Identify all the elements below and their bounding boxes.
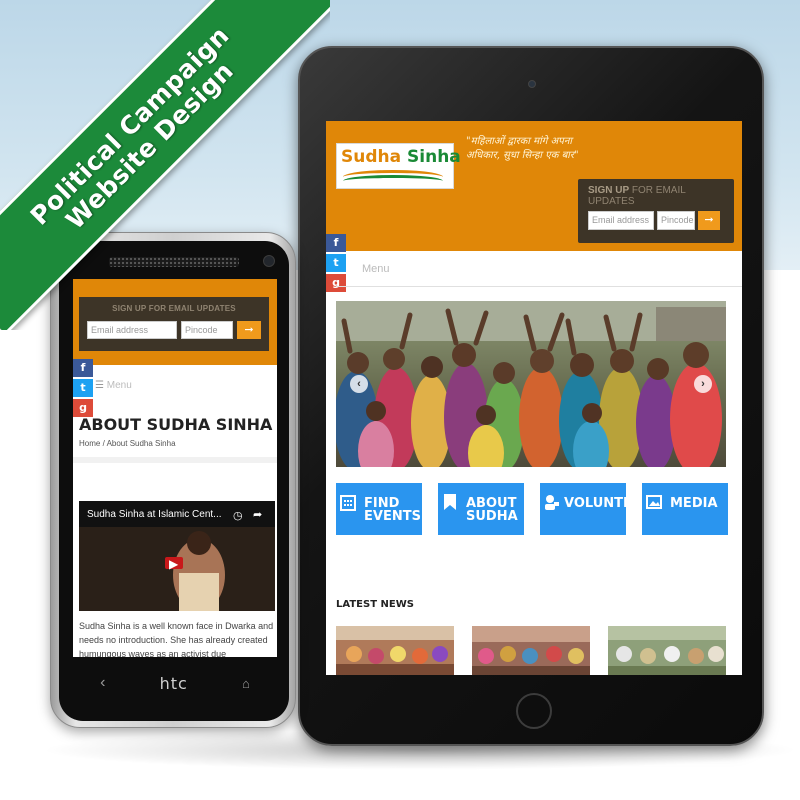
image-icon <box>646 495 662 509</box>
tablet-home-button[interactable] <box>516 693 552 729</box>
tablet-camera <box>528 80 536 88</box>
logo-text: Sudha Sinha <box>341 147 461 167</box>
menu-label: Menu <box>362 263 390 275</box>
tablet-device: Sudha Sinha "महिलाओं द्वारका मांगे अपना … <box>298 46 764 746</box>
chevron-right-icon: › <box>701 378 705 390</box>
signup-submit-button[interactable]: ➞ <box>698 211 720 230</box>
bookmark-icon <box>444 494 456 510</box>
tile-label: MEDIA <box>670 496 718 511</box>
site-logo[interactable]: Sudha Sinha <box>336 143 461 189</box>
ribbon-band: Political Campaign Website Design <box>0 0 330 330</box>
signup-box: SIGN UP FOR EMAIL UPDATES Email address … <box>578 179 734 243</box>
breadcrumb[interactable]: Home / About Sudha Sinha <box>79 439 176 448</box>
tile-about-sudha[interactable]: ABOUT SUDHA <box>438 483 524 535</box>
back-icon[interactable]: ‹ <box>100 674 105 692</box>
about-body-text: Sudha Sinha is a well known face in Dwar… <box>79 621 274 657</box>
latest-news-heading: LATEST NEWS <box>336 599 414 610</box>
volunteer-icon <box>545 495 559 510</box>
news-photo <box>608 626 726 675</box>
tile-volunteer[interactable]: VOLUNTEER <box>540 483 626 535</box>
section-divider <box>73 457 277 463</box>
clock-icon[interactable]: ◷ <box>233 509 243 522</box>
logo-swoosh-green <box>343 175 443 187</box>
site-header: Sudha Sinha "महिलाओं द्वारका मांगे अपना … <box>326 121 742 251</box>
video-title: Sudha Sinha at Islamic Cent... <box>87 509 222 520</box>
tile-label: VOLUNTEER <box>564 496 626 511</box>
news-thumbnail[interactable] <box>608 626 726 675</box>
pincode-field[interactable]: Pincode <box>657 211 695 230</box>
hamburger-icon: ☰ <box>95 380 104 391</box>
menu-bar[interactable]: Menu <box>336 251 742 287</box>
phone-navigation-bar: ‹ htc ⌂ <box>73 665 277 701</box>
signup-title: SIGN UP FOR EMAIL UPDATES <box>588 185 686 207</box>
latest-news-row <box>336 626 736 675</box>
news-thumbnail[interactable] <box>336 626 454 675</box>
news-thumbnail[interactable] <box>472 626 590 675</box>
page-title: ABOUT SUDHA SINHA <box>79 415 273 434</box>
video-embed[interactable]: Sudha Sinha at Islamic Cent... ◷ ➦ ▶ <box>79 501 275 611</box>
share-icon[interactable]: ➦ <box>253 508 262 521</box>
hero-slider-image: ‹ › <box>336 301 726 467</box>
home-icon[interactable]: ⌂ <box>242 676 250 691</box>
phone-screen: SIGN UP FOR EMAIL UPDATES Email address … <box>73 279 277 657</box>
header-tagline: "महिलाओं द्वारका मांगे अपना अधिकार, सुधा… <box>466 136 579 161</box>
tile-label: FIND EVENTS <box>364 496 421 524</box>
news-photo <box>472 626 590 675</box>
email-field[interactable]: Email address <box>588 211 654 230</box>
play-icon[interactable]: ▶ <box>169 557 178 571</box>
slider-next-button[interactable]: › <box>694 375 712 393</box>
phone-menu-label: Menu <box>106 380 132 391</box>
chevron-left-icon: ‹ <box>357 378 361 390</box>
ribbon-line-1: Political Campaign <box>24 20 235 231</box>
slider-prev-button[interactable]: ‹ <box>350 375 368 393</box>
tablet-screen: Sudha Sinha "महिलाओं द्वारका मांगे अपना … <box>326 121 742 675</box>
tile-media[interactable]: MEDIA <box>642 483 728 535</box>
news-photo <box>336 626 454 675</box>
crowd-photo <box>336 301 726 467</box>
tile-find-events[interactable]: FIND EVENTS <box>336 483 422 535</box>
brand-logo: htc <box>159 673 188 693</box>
phone-menu-bar[interactable]: ☰ Menu <box>73 375 277 397</box>
arrow-right-icon: ➞ <box>704 214 714 226</box>
quick-links: FIND EVENTS ABOUT SUDHA VOLUNTEER <box>336 483 736 539</box>
calendar-icon <box>340 495 356 511</box>
tile-label: ABOUT SUDHA <box>466 496 518 524</box>
corner-ribbon: Political Campaign Website Design <box>0 0 330 330</box>
